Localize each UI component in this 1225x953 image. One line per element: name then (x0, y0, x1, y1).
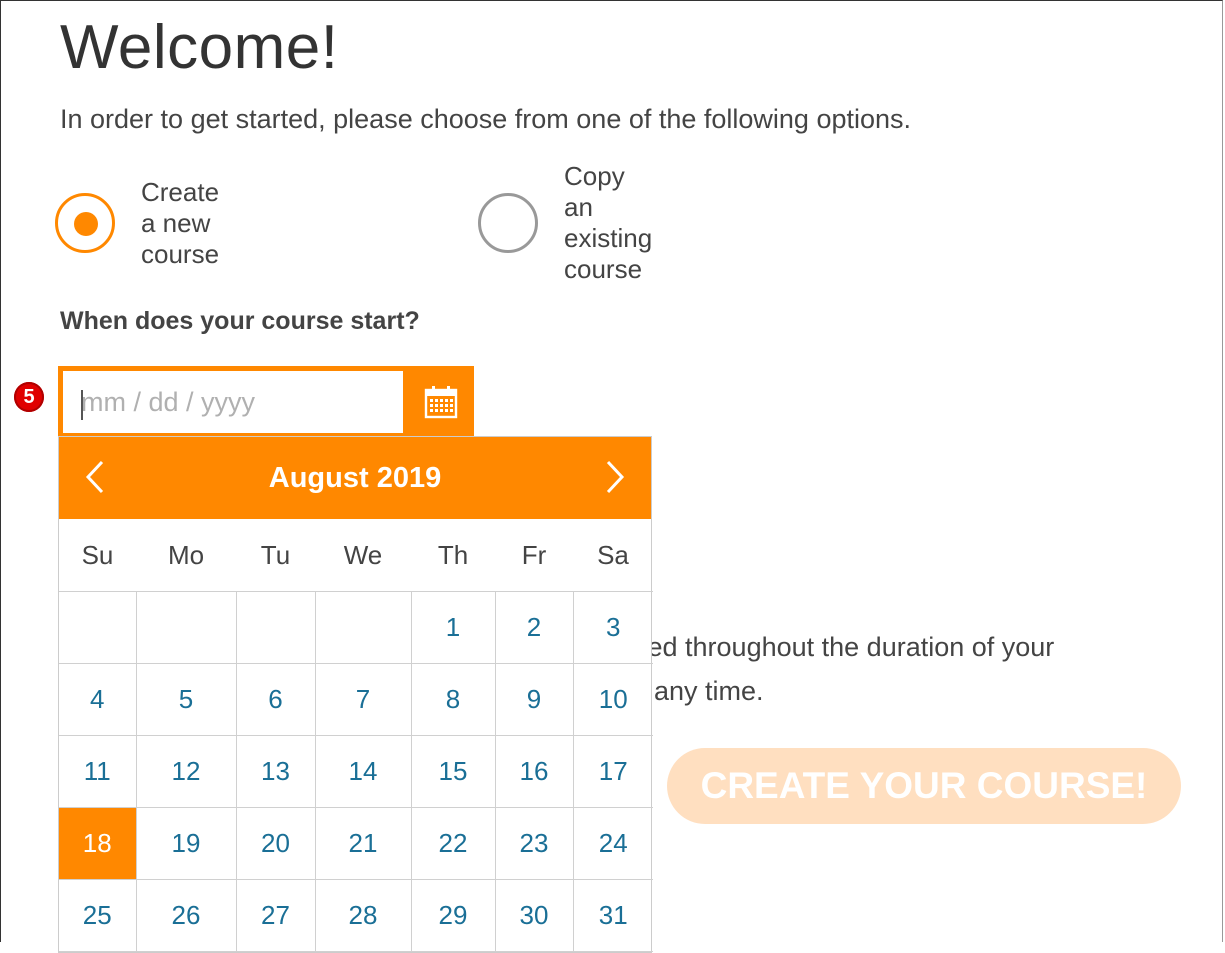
calendar-day-18[interactable]: 18 (59, 807, 137, 880)
calendar-day-7[interactable]: 7 (314, 663, 412, 736)
start-date-question: When does your course start? (60, 307, 420, 335)
calendar-day-17[interactable]: 17 (572, 735, 653, 808)
calendar-day-13[interactable]: 13 (235, 735, 316, 808)
date-input-wrapper (58, 366, 474, 438)
create-course-button[interactable]: CREATE YOUR COURSE! (667, 748, 1181, 824)
datepicker-popup: August 2019 Su Mo Tu We Th Fr Sa 1234567… (58, 436, 653, 953)
chevron-right-icon (606, 460, 625, 494)
page-subtitle: In order to get started, please choose f… (60, 104, 912, 134)
weekday-label: Fr (495, 519, 573, 592)
calendar-day-6[interactable]: 6 (235, 663, 316, 736)
step-badge: 5 (14, 382, 44, 412)
calendar-week-row: 25 26 27 28 29 30 31 (59, 879, 653, 952)
weekday-label: Sa (573, 519, 653, 592)
calendar-day-26[interactable]: 26 (135, 879, 237, 952)
chevron-left-icon (85, 460, 104, 494)
hidden-help-text: ted throughout the duration of your any … (640, 625, 1054, 713)
radio-unchecked-icon[interactable] (478, 193, 538, 253)
calendar-empty-cell (314, 591, 412, 664)
calendar-icon (424, 386, 458, 419)
calendar-week-row: 18 19 20 21 22 23 24 (59, 807, 653, 880)
start-date-input[interactable] (63, 371, 403, 433)
calendar-day-23[interactable]: 23 (494, 807, 574, 880)
radio-copy-existing-course[interactable]: Copy an existing course (478, 161, 652, 284)
calendar-day-11[interactable]: 11 (59, 735, 137, 808)
calendar-day-21[interactable]: 21 (314, 807, 412, 880)
text-cursor (81, 390, 83, 420)
calendar-day-4[interactable]: 4 (59, 663, 137, 736)
datepicker-header: August 2019 (59, 437, 651, 519)
weekday-label: We (315, 519, 411, 592)
hidden-help-text-line2: any time. (654, 676, 764, 706)
calendar-day-24[interactable]: 24 (572, 807, 653, 880)
calendar-empty-cell (135, 591, 237, 664)
calendar-day-27[interactable]: 27 (235, 879, 316, 952)
calendar-day-22[interactable]: 22 (410, 807, 496, 880)
calendar-day-30[interactable]: 30 (494, 879, 574, 952)
calendar-day-31[interactable]: 31 (572, 879, 653, 952)
calendar-day-1[interactable]: 1 (410, 591, 496, 664)
weekday-label: Th (411, 519, 495, 592)
calendar-day-8[interactable]: 8 (410, 663, 496, 736)
calendar-day-5[interactable]: 5 (135, 663, 237, 736)
calendar-empty-cell (235, 591, 316, 664)
calendar-day-14[interactable]: 14 (314, 735, 412, 808)
calendar-day-20[interactable]: 20 (235, 807, 316, 880)
page-title: Welcome! (60, 13, 339, 82)
weekday-label: Tu (236, 519, 315, 592)
prev-month-button[interactable] (75, 457, 115, 497)
calendar-day-12[interactable]: 12 (135, 735, 237, 808)
calendar-day-29[interactable]: 29 (410, 879, 496, 952)
radio-label-create: Create a new course (141, 176, 220, 269)
calendar-day-25[interactable]: 25 (59, 879, 137, 952)
radio-label-copy: Copy an existing course (564, 161, 653, 284)
radio-checked-icon[interactable] (55, 193, 115, 253)
calendar-grid: Su Mo Tu We Th Fr Sa 1 2 3 4 5 6 7 8 9 10 11 12 13 14… (59, 519, 653, 952)
calendar-day-19[interactable]: 19 (135, 807, 237, 880)
calendar-week-row: 123 (59, 591, 653, 664)
calendar-day-3[interactable]: 3 (572, 591, 653, 664)
calendar-day-15[interactable]: 15 (410, 735, 496, 808)
radio-create-new-course[interactable]: Create a new course (55, 177, 219, 269)
calendar-day-10[interactable]: 10 (572, 663, 653, 736)
next-month-button[interactable] (595, 457, 635, 497)
calendar-day-2[interactable]: 2 (494, 591, 574, 664)
weekday-label: Su (59, 519, 136, 592)
calendar-day-28[interactable]: 28 (314, 879, 412, 952)
weekday-row: Su Mo Tu We Th Fr Sa (59, 519, 653, 592)
calendar-day-9[interactable]: 9 (494, 663, 574, 736)
calendar-day-16[interactable]: 16 (494, 735, 574, 808)
month-label: August 2019 (268, 461, 442, 494)
calendar-week-row: 11 12 13 14 15 16 17 (59, 735, 653, 808)
calendar-toggle-button[interactable] (408, 366, 474, 438)
calendar-empty-cell (59, 591, 137, 664)
hidden-help-text-line1: ted throughout the duration of your (640, 632, 1055, 662)
calendar-week-row: 4 5 6 7 8 9 10 (59, 663, 653, 736)
weekday-label: Mo (136, 519, 236, 592)
